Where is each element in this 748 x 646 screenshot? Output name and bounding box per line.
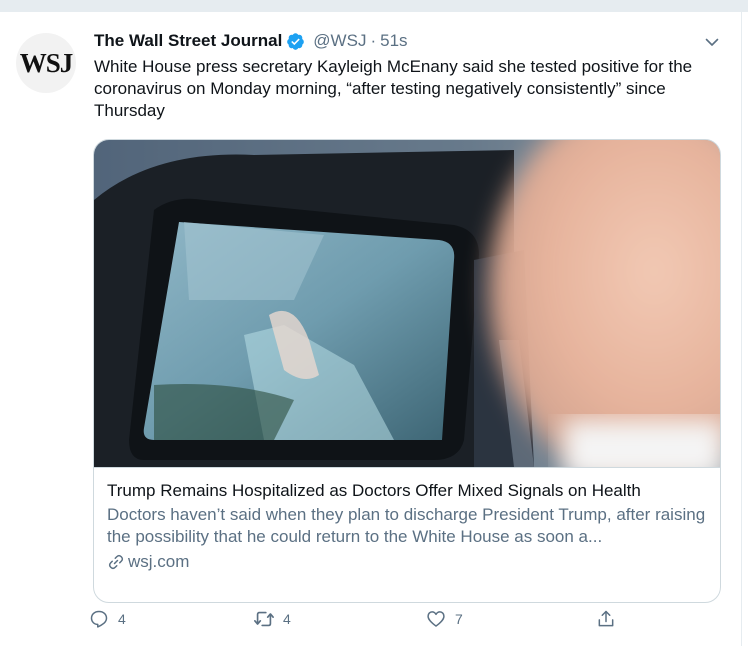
like-button[interactable]: 7 <box>421 604 463 634</box>
reply-count: 4 <box>118 611 126 627</box>
verified-badge-icon <box>286 32 305 51</box>
card-image[interactable] <box>94 140 720 467</box>
tweet-header: The Wall Street Journal @WSJ · 51s <box>94 30 408 52</box>
display-name[interactable]: The Wall Street Journal <box>94 31 282 51</box>
heart-icon <box>421 604 451 634</box>
share-button[interactable] <box>591 604 621 634</box>
tweet[interactable]: WSJ The Wall Street Journal @WSJ · 51s W… <box>0 12 742 646</box>
retweet-icon <box>249 604 279 634</box>
retweet-count: 4 <box>283 611 291 627</box>
link-icon <box>107 553 125 571</box>
retweet-button[interactable]: 4 <box>249 604 291 634</box>
avatar[interactable]: WSJ <box>16 33 76 93</box>
like-count: 7 <box>455 611 463 627</box>
card-body[interactable]: Trump Remains Hospitalized as Doctors Of… <box>94 467 720 602</box>
separator-dot: · <box>370 31 377 50</box>
reply-icon <box>84 604 114 634</box>
card-title: Trump Remains Hospitalized as Doctors Of… <box>107 481 641 500</box>
handle[interactable]: @WSJ <box>313 31 366 51</box>
timeline-gap <box>0 0 748 12</box>
avatar-logo-text: WSJ <box>19 47 74 78</box>
tweet-actions: 4 4 7 <box>84 604 644 634</box>
car-window-photo <box>94 140 720 467</box>
link-card[interactable]: Trump Remains Hospitalized as Doctors Of… <box>93 139 721 603</box>
card-domain: wsj.com <box>128 552 190 571</box>
card-description: Doctors haven’t said when they plan to d… <box>107 505 706 546</box>
share-icon <box>591 604 621 634</box>
chevron-down-icon[interactable] <box>704 34 720 50</box>
card-domain-row: wsj.com <box>107 551 707 573</box>
reply-button[interactable]: 4 <box>84 604 126 634</box>
timestamp[interactable]: 51s <box>380 31 407 51</box>
tweet-text: White House press secretary Kayleigh McE… <box>94 57 693 120</box>
